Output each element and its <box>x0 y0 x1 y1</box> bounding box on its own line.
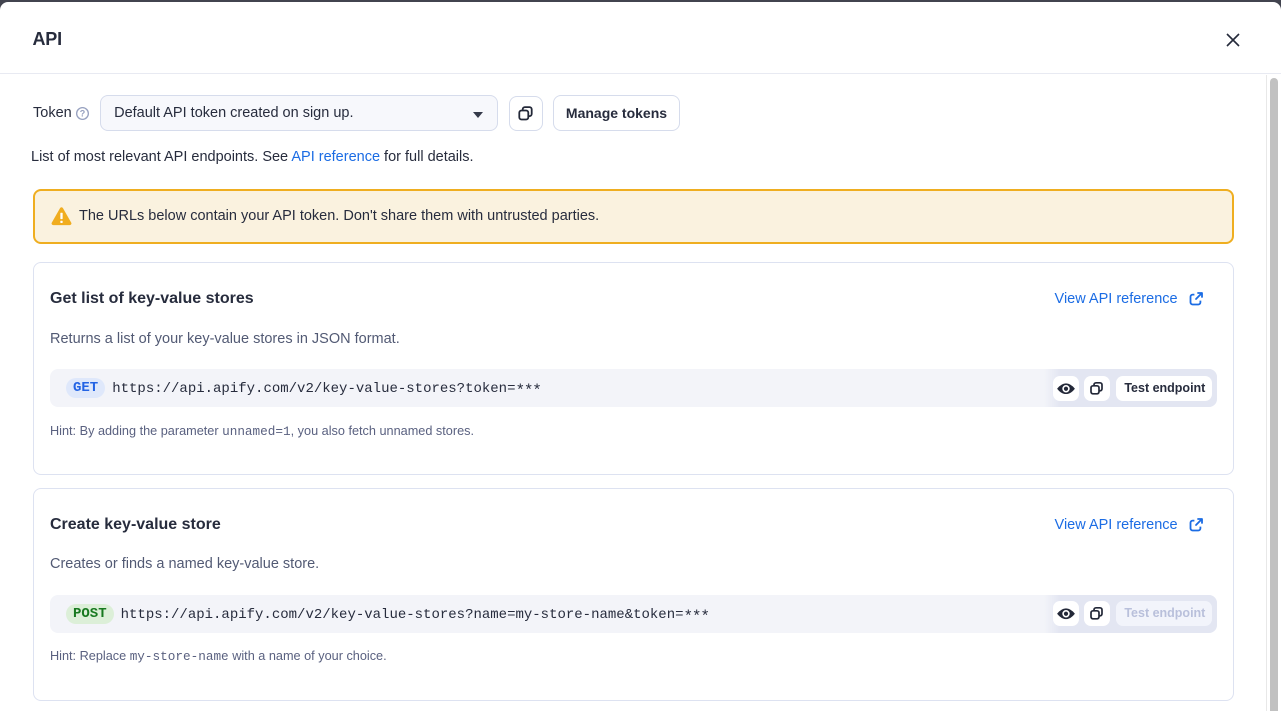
svg-text:?: ? <box>80 108 86 118</box>
